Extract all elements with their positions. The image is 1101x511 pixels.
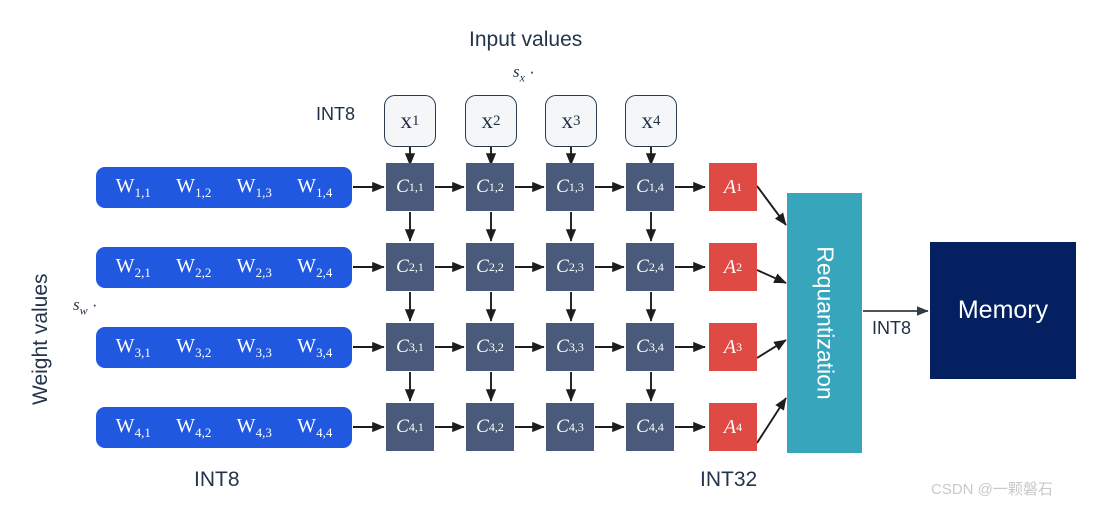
watermark: CSDN @一颗磐石 [931,481,1053,498]
input-scale-symbol: s [513,62,520,81]
input-scale-operator: · [529,62,535,81]
accumulator-cell-4[interactable]: A4 [709,403,757,451]
array-cell-4-2[interactable]: C 4,2 [466,403,514,451]
weight-cell-2-4: W2,4 [297,254,333,280]
weight-values-title: Weight values [29,273,52,405]
input-scale-label: sx · [513,62,535,85]
array-cell-4-3[interactable]: C 4,3 [546,403,594,451]
weight-cell-1-3: W1,3 [236,174,272,200]
input-box-x2-base: x [481,108,494,133]
input-box-x1-sub: 1 [412,112,420,129]
weight-cell-4-3: W4,3 [236,414,272,440]
requantization-block[interactable]: Requantization [787,193,862,453]
requantization-label: Requantization [812,246,838,400]
input-box-x2[interactable]: x2 [465,95,517,147]
array-cell-3-1[interactable]: C 3,1 [386,323,434,371]
weight-row-2[interactable]: W2,1 W2,2 W2,3 W2,4 [96,247,352,288]
input-box-x4-sub: 4 [653,112,661,129]
weight-row-1[interactable]: W1,1 W1,2 W1,3 W1,4 [96,167,352,208]
weight-scale-subscript: w [79,303,88,318]
weight-cell-3-1: W3,1 [115,334,151,360]
output-dtype-label: INT8 [872,318,912,338]
array-cell-3-4[interactable]: C 3,4 [626,323,674,371]
input-box-x3-sub: 3 [573,112,581,129]
input-box-x3-base: x [561,108,574,133]
weight-cell-4-1: W4,1 [115,414,151,440]
weight-cell-2-3: W2,3 [236,254,272,280]
weight-cell-1-2: W1,2 [176,174,212,200]
array-cell-4-1[interactable]: C 4,1 [386,403,434,451]
weight-cell-2-1: W2,1 [115,254,151,280]
array-cell-2-2[interactable]: C 2,2 [466,243,514,291]
weight-scale-operator: · [91,295,98,314]
input-dtype-label: INT8 [316,104,356,124]
weight-cell-1-1: W1,1 [115,174,151,200]
weight-row-4[interactable]: W4,1 W4,2 W4,3 W4,4 [96,407,352,448]
accumulator-dtype-label: INT32 [700,468,758,491]
weight-cell-1-4: W1,4 [297,174,333,200]
array-cell-1-3[interactable]: C 1,3 [546,163,594,211]
accumulator-cell-3[interactable]: A3 [709,323,757,371]
weight-cell-3-4: W3,4 [297,334,333,360]
accumulator-cell-1[interactable]: A1 [709,163,757,211]
array-cell-1-2[interactable]: C 1,2 [466,163,514,211]
input-scale-subscript: x [519,70,525,85]
weight-cell-4-2: W4,2 [176,414,212,440]
array-cell-2-1[interactable]: C 2,1 [386,243,434,291]
weight-cell-4-4: W4,4 [297,414,333,440]
array-cell-2-4[interactable]: C 2,4 [626,243,674,291]
weight-scale-label: sw · [73,295,98,318]
input-box-x3[interactable]: x3 [545,95,597,147]
array-cell-1-4[interactable]: C 1,4 [626,163,674,211]
weight-row-3[interactable]: W3,1 W3,2 W3,3 W3,4 [96,327,352,368]
weight-cell-3-2: W3,2 [176,334,212,360]
weight-scale-symbol: s [73,295,80,314]
weight-cell-2-2: W2,2 [176,254,212,280]
input-box-x1[interactable]: x1 [384,95,436,147]
array-cell-2-3[interactable]: C 2,3 [546,243,594,291]
array-cell-3-2[interactable]: C 3,2 [466,323,514,371]
array-cell-4-4[interactable]: C 4,4 [626,403,674,451]
input-values-title: Input values [469,28,583,51]
weight-dtype-label: INT8 [194,468,240,491]
input-box-x2-sub: 2 [493,112,501,129]
input-box-x1-base: x [400,108,413,133]
weight-cell-3-3: W3,3 [236,334,272,360]
memory-label: Memory [957,296,1049,324]
accumulator-cell-2[interactable]: A2 [709,243,757,291]
diagram-canvas: Input values sx · INT8 x1 x2 x3 x4 Weigh… [0,0,1101,511]
input-box-x4[interactable]: x4 [625,95,677,147]
input-box-x4-base: x [641,108,654,133]
array-cell-1-1[interactable]: C 1,1 [386,163,434,211]
array-cell-3-3[interactable]: C 3,3 [546,323,594,371]
memory-block[interactable]: Memory [930,242,1076,379]
